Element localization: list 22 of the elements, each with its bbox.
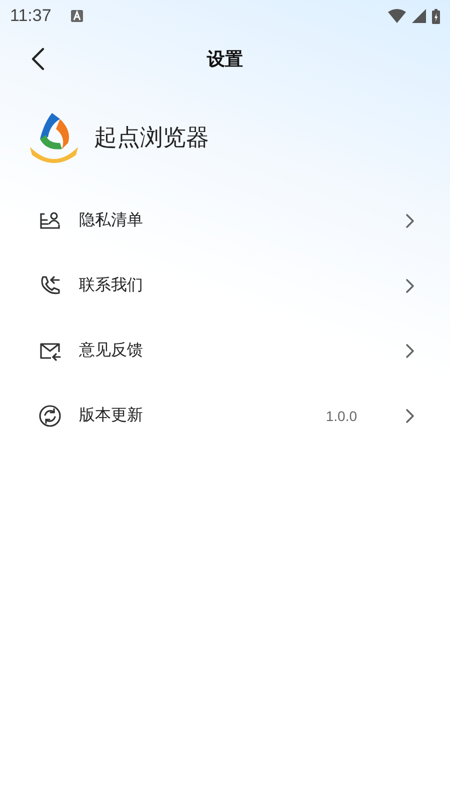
chevron-right-icon xyxy=(405,212,415,228)
chevron-right-icon xyxy=(405,278,415,294)
battery-icon xyxy=(432,8,440,24)
settings-item[interactable]: 版本更新 1.0.0 xyxy=(0,383,450,448)
item-label: 隐私清单 xyxy=(79,210,144,231)
settings-item[interactable]: 隐私清单 xyxy=(0,188,450,253)
signal-icon xyxy=(412,9,426,23)
page-title: 设置 xyxy=(207,48,243,71)
version-number: 1.0.0 xyxy=(326,408,357,424)
notification-icon xyxy=(71,10,84,22)
wifi-icon xyxy=(388,9,406,23)
app-name: 起点浏览器 xyxy=(94,124,209,152)
refresh-icon xyxy=(38,404,62,428)
chevron-right-icon xyxy=(405,342,415,358)
status-time: 11:37 xyxy=(10,6,52,26)
item-label: 联系我们 xyxy=(79,275,144,296)
back-button[interactable] xyxy=(31,47,45,71)
item-label: 意见反馈 xyxy=(79,340,144,361)
item-label: 版本更新 xyxy=(79,405,144,426)
chevron-right-icon xyxy=(405,408,415,424)
settings-item[interactable]: 意见反馈 xyxy=(0,318,450,383)
settings-item[interactable]: 联系我们 xyxy=(0,253,450,318)
